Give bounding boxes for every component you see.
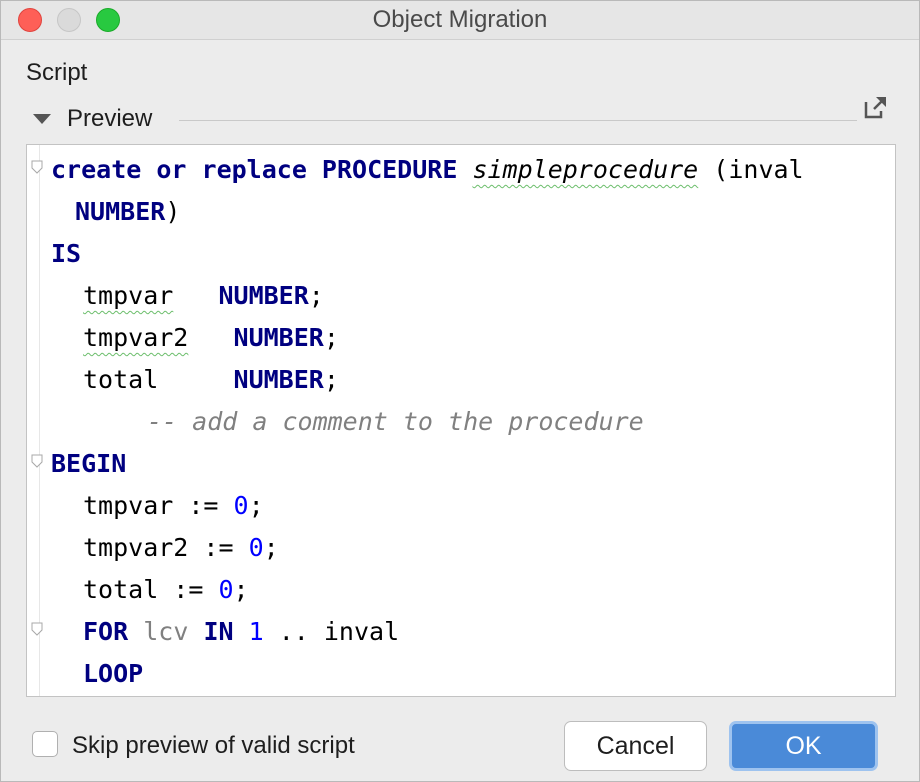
keyword: BEGIN: [51, 449, 127, 478]
keyword: LOOP: [83, 659, 144, 688]
code-text-span: ;: [263, 533, 279, 562]
code-line: NUMBER): [75, 191, 180, 233]
keyword: NUMBER: [75, 197, 166, 226]
code-line: IS: [51, 233, 81, 275]
code-text-span: ;: [323, 365, 339, 394]
window-title: Object Migration: [372, 6, 548, 33]
code-line: total NUMBER;: [83, 359, 339, 401]
cancel-button[interactable]: Cancel: [564, 721, 707, 771]
code-text-span: tmpvar2 :=: [83, 533, 249, 562]
code-line: create or replace PROCEDURE simpleproced…: [51, 149, 804, 191]
number-literal: 0: [233, 491, 249, 520]
preview-divider: [179, 120, 857, 121]
keyword: NUMBER: [218, 281, 309, 310]
code-line: tmpvar2 := 0;: [83, 527, 279, 569]
keyword: NUMBER: [233, 323, 324, 352]
variable-name: tmpvar: [83, 281, 174, 310]
code-text-span: ;: [308, 281, 324, 310]
code-text-span: ;: [323, 323, 339, 352]
title-bar: Object Migration: [1, 1, 919, 40]
script-preview-editor[interactable]: create or replace PROCEDURE simpleproced…: [26, 144, 896, 697]
variable-name: total: [83, 365, 159, 394]
number-literal: 0: [248, 533, 264, 562]
preview-label[interactable]: Preview: [67, 105, 152, 133]
fold-marker-icon[interactable]: [31, 454, 43, 468]
code-text-span: .. inval: [263, 617, 400, 646]
number-literal: 0: [218, 575, 234, 604]
fold-marker-icon[interactable]: [31, 622, 43, 636]
code-text-span: ;: [233, 575, 249, 604]
variable-name: tmpvar2: [83, 323, 189, 352]
object-migration-dialog: Object Migration Script Preview create o…: [0, 0, 920, 782]
code-text-span: ): [165, 197, 181, 226]
code-text-span: (inval: [698, 155, 804, 184]
procedure-name: simpleprocedure: [472, 155, 699, 184]
code-line: total := 0;: [83, 569, 249, 611]
skip-preview-label[interactable]: Skip preview of valid script: [72, 732, 355, 760]
disclosure-triangle-icon[interactable]: [33, 114, 51, 124]
code-line: FOR lcv IN 1 .. inval: [83, 611, 399, 653]
code-line: tmpvar NUMBER;: [83, 275, 324, 317]
script-section-label: Script: [26, 59, 88, 86]
keyword: NUMBER: [233, 365, 324, 394]
fold-marker-icon[interactable]: [31, 160, 43, 174]
number-literal: 1: [248, 617, 264, 646]
ok-button[interactable]: OK: [729, 721, 878, 771]
keyword: FOR: [83, 617, 129, 646]
code-line: tmpvar := 0;: [83, 485, 264, 527]
open-in-window-icon[interactable]: [863, 94, 889, 120]
keyword: IS: [51, 239, 82, 268]
code-line: tmpvar2 NUMBER;: [83, 317, 339, 359]
loop-variable: lcv: [143, 617, 189, 646]
code-text-span: total :=: [83, 575, 219, 604]
keyword: create or replace PROCEDURE: [51, 155, 458, 184]
code-line: BEGIN: [51, 443, 126, 485]
skip-preview-checkbox[interactable]: [32, 731, 58, 757]
code-text-span: tmpvar :=: [83, 491, 234, 520]
code-comment: -- add a comment to the procedure: [147, 407, 644, 436]
code-text-span: ;: [248, 491, 264, 520]
preview-header: Preview: [29, 97, 893, 135]
keyword: IN: [203, 617, 234, 646]
editor-gutter: [27, 145, 40, 696]
code-line: LOOP: [83, 653, 143, 695]
